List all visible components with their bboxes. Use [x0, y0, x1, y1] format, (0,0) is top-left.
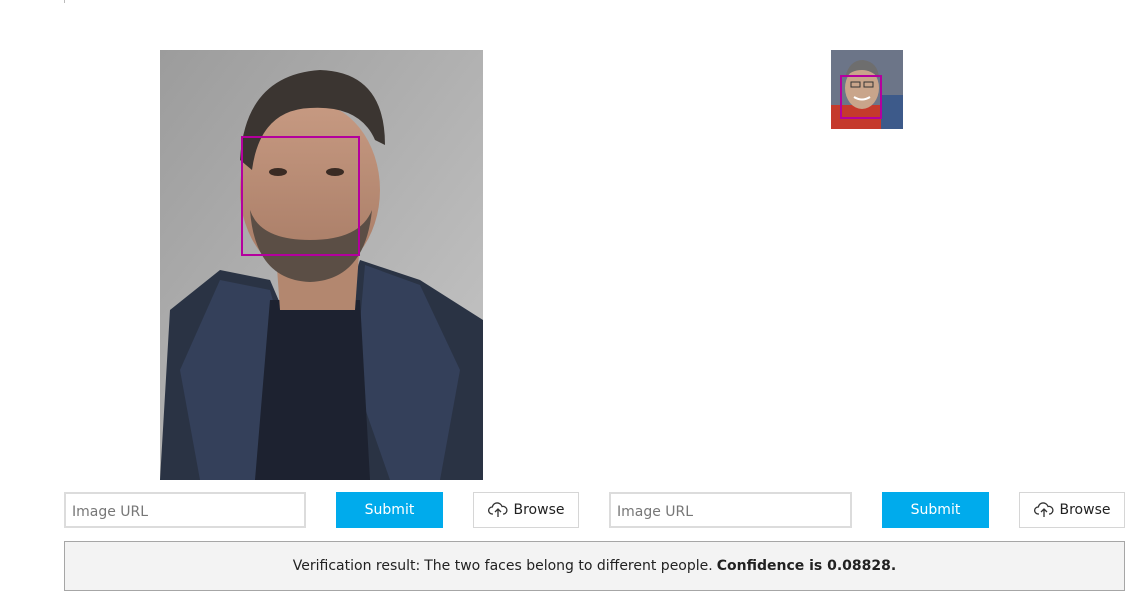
right-submit-label: Submit [910, 502, 961, 518]
left-face-rectangle [241, 136, 360, 256]
divider-tick [64, 0, 65, 3]
right-browse-label: Browse [1059, 502, 1111, 518]
left-submit-label: Submit [364, 502, 415, 518]
left-image-url-input[interactable] [64, 492, 306, 528]
right-submit-button[interactable]: Submit [882, 492, 989, 528]
right-face-rectangle [840, 75, 882, 119]
result-message: The two faces belong to different people… [424, 558, 713, 574]
result-prefix: Verification result: [292, 558, 421, 574]
left-browse-button[interactable]: Browse [473, 492, 579, 528]
result-confidence: Confidence is 0.08828. [716, 558, 897, 574]
verification-result: Verification result: The two faces belon… [64, 541, 1125, 591]
left-face-image [160, 50, 483, 480]
right-image-url-input[interactable] [609, 492, 852, 528]
cloud-upload-icon [1033, 502, 1054, 518]
cloud-upload-icon [487, 502, 508, 518]
left-browse-label: Browse [513, 502, 565, 518]
left-submit-button[interactable]: Submit [336, 492, 443, 528]
right-browse-button[interactable]: Browse [1019, 492, 1125, 528]
